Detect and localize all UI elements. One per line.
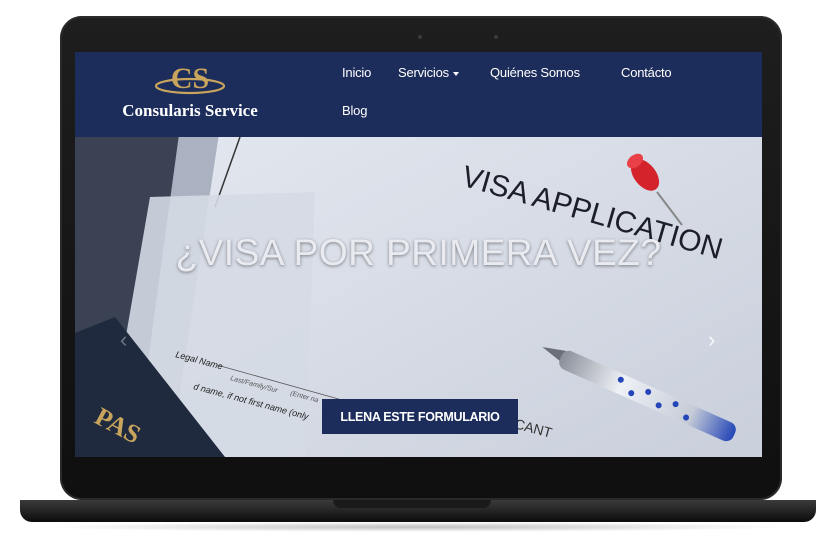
nav-item-servicios-label: Servicios	[398, 65, 449, 80]
hero-title: ¿VISA POR PRIMERA VEZ?	[175, 232, 662, 273]
fill-form-button[interactable]: LLENA ESTE FORMULARIO	[322, 399, 518, 434]
nav-item-blog[interactable]: Blog	[342, 103, 367, 118]
sensor-dot	[494, 35, 498, 39]
chevron-left-icon[interactable]: ‹	[120, 327, 127, 353]
nav-item-contacto[interactable]: Contácto	[621, 65, 672, 80]
camera-dot	[418, 35, 422, 39]
laptop-shadow	[40, 522, 796, 532]
caret-down-icon	[452, 71, 459, 76]
hero-carousel: VISA APPLICATION Legal Name Last/Family/…	[75, 137, 762, 457]
laptop-notch	[333, 500, 491, 508]
brand-name: Consularis Service	[122, 101, 258, 120]
nav-item-servicios[interactable]: Servicios	[398, 65, 459, 80]
site-navbar: CS Consularis Service Inicio Servicios Q…	[75, 52, 762, 137]
browser-viewport: CS Consularis Service Inicio Servicios Q…	[75, 52, 762, 457]
nav-item-quienes-somos[interactable]: Quiénes Somos	[490, 65, 580, 80]
brand-logo-icon: CS	[154, 62, 226, 95]
nav-item-inicio[interactable]: Inicio	[342, 65, 371, 80]
chevron-right-icon[interactable]: ›	[708, 327, 715, 353]
